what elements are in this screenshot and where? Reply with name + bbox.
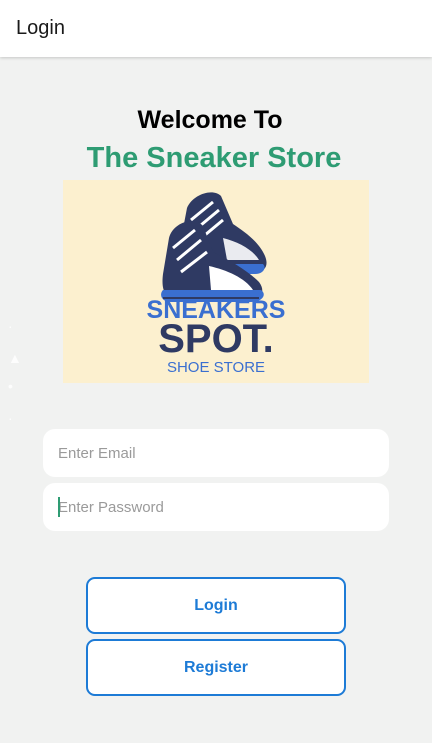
welcome-heading: Welcome To — [137, 106, 283, 134]
password-field[interactable] — [43, 483, 389, 531]
page-title: Login — [16, 17, 65, 39]
login-button[interactable]: Login — [86, 577, 346, 634]
edge-dot-icon: · — [8, 410, 13, 426]
text-cursor — [58, 497, 60, 517]
edge-dot-icon: • — [8, 378, 13, 394]
sneaker-logo-image: SNEAKERS SPOT. SHOE STORE — [147, 192, 285, 376]
edge-triangle-icon: ▲ — [8, 350, 22, 366]
store-logo: SNEAKERS SPOT. SHOE STORE — [63, 180, 369, 383]
email-field[interactable] — [43, 429, 389, 477]
logo-line-shoe-store: SHOE STORE — [167, 359, 265, 376]
logo-line-spot: SPOT. — [158, 317, 274, 361]
register-button[interactable]: Register — [86, 639, 346, 696]
store-name: The Sneaker Store — [86, 142, 342, 174]
edge-dot-icon: · — [8, 318, 13, 334]
app-bar: Login — [0, 0, 432, 57]
